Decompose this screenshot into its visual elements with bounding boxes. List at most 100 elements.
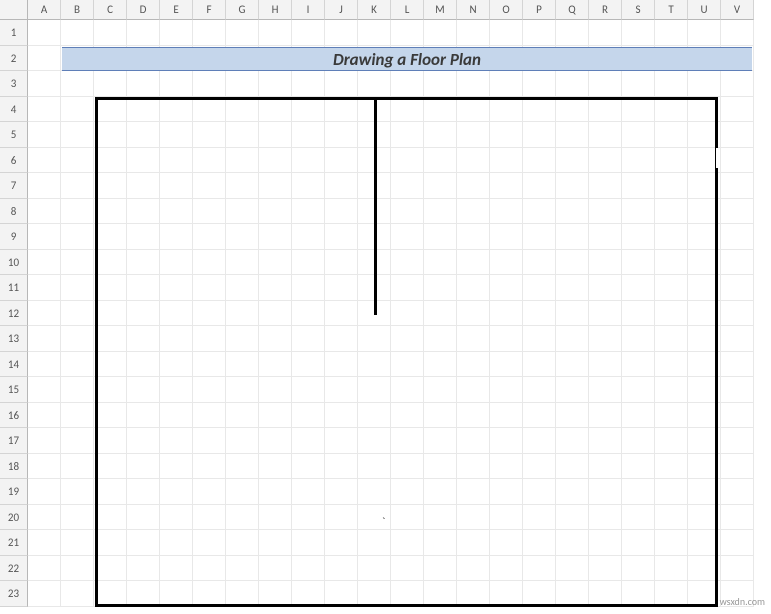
cell[interactable] — [424, 224, 457, 250]
cell[interactable] — [226, 454, 259, 480]
cell[interactable] — [457, 377, 490, 403]
cell[interactable] — [259, 71, 292, 97]
col-header-Q[interactable]: Q — [556, 0, 589, 20]
cell[interactable] — [61, 199, 94, 225]
cell[interactable] — [523, 20, 556, 46]
row-header-21[interactable]: 21 — [0, 530, 28, 556]
cell[interactable] — [391, 454, 424, 480]
cell[interactable] — [61, 505, 94, 531]
cell[interactable] — [358, 122, 391, 148]
cell[interactable] — [721, 250, 754, 276]
cell[interactable] — [325, 275, 358, 301]
cell[interactable] — [28, 454, 61, 480]
cell[interactable] — [424, 97, 457, 123]
cell[interactable] — [28, 428, 61, 454]
cell[interactable] — [259, 505, 292, 531]
cell[interactable] — [193, 454, 226, 480]
row-header-11[interactable]: 11 — [0, 275, 28, 301]
cell[interactable] — [160, 454, 193, 480]
cell[interactable] — [391, 20, 424, 46]
cell[interactable] — [523, 352, 556, 378]
cell[interactable] — [457, 20, 490, 46]
cell[interactable] — [523, 377, 556, 403]
cell[interactable] — [589, 326, 622, 352]
cell[interactable] — [325, 199, 358, 225]
cell[interactable] — [457, 199, 490, 225]
cell[interactable] — [457, 326, 490, 352]
cell[interactable] — [358, 97, 391, 123]
cell[interactable] — [523, 71, 556, 97]
cell[interactable] — [556, 250, 589, 276]
cell[interactable] — [556, 556, 589, 582]
cell[interactable] — [655, 352, 688, 378]
cell[interactable] — [523, 403, 556, 429]
cell[interactable] — [325, 250, 358, 276]
cell[interactable] — [391, 173, 424, 199]
cell[interactable] — [259, 428, 292, 454]
cell[interactable] — [622, 122, 655, 148]
cell[interactable] — [325, 301, 358, 327]
cell[interactable] — [622, 20, 655, 46]
cell[interactable] — [523, 505, 556, 531]
cell[interactable] — [292, 224, 325, 250]
cell[interactable] — [391, 352, 424, 378]
cell[interactable] — [622, 479, 655, 505]
cell[interactable] — [391, 97, 424, 123]
cell[interactable] — [457, 224, 490, 250]
cell[interactable] — [457, 173, 490, 199]
cell[interactable] — [523, 148, 556, 174]
cell[interactable] — [94, 122, 127, 148]
cell[interactable] — [688, 20, 721, 46]
cell[interactable] — [61, 403, 94, 429]
cell[interactable] — [688, 530, 721, 556]
cell[interactable] — [94, 352, 127, 378]
cell[interactable] — [292, 250, 325, 276]
cell[interactable] — [127, 377, 160, 403]
cell[interactable] — [94, 326, 127, 352]
cell[interactable] — [721, 122, 754, 148]
cell[interactable] — [226, 505, 259, 531]
cell[interactable] — [391, 122, 424, 148]
cell[interactable] — [94, 454, 127, 480]
cell[interactable] — [325, 148, 358, 174]
cell[interactable] — [28, 250, 61, 276]
cell[interactable] — [61, 352, 94, 378]
cell[interactable] — [688, 199, 721, 225]
cell[interactable] — [259, 275, 292, 301]
cell[interactable] — [193, 122, 226, 148]
cell[interactable] — [523, 250, 556, 276]
cell[interactable] — [127, 250, 160, 276]
cell[interactable] — [688, 352, 721, 378]
cell[interactable] — [127, 530, 160, 556]
cell[interactable] — [28, 530, 61, 556]
cell[interactable] — [490, 97, 523, 123]
cell[interactable] — [127, 479, 160, 505]
cell[interactable] — [424, 326, 457, 352]
cell[interactable] — [160, 301, 193, 327]
cell[interactable] — [622, 250, 655, 276]
cell[interactable] — [292, 301, 325, 327]
cell[interactable] — [589, 275, 622, 301]
cell[interactable] — [490, 224, 523, 250]
cell[interactable] — [325, 530, 358, 556]
cell[interactable] — [193, 71, 226, 97]
cell[interactable] — [688, 377, 721, 403]
cell[interactable] — [424, 250, 457, 276]
cell[interactable] — [61, 301, 94, 327]
cell[interactable] — [193, 377, 226, 403]
cell[interactable] — [28, 71, 61, 97]
cell[interactable] — [28, 122, 61, 148]
cell[interactable] — [61, 148, 94, 174]
cell[interactable] — [391, 148, 424, 174]
cell[interactable] — [358, 224, 391, 250]
cell[interactable] — [160, 173, 193, 199]
cell[interactable] — [424, 505, 457, 531]
cell[interactable] — [28, 352, 61, 378]
cell[interactable] — [94, 403, 127, 429]
cell[interactable] — [28, 224, 61, 250]
cell[interactable] — [259, 148, 292, 174]
cell[interactable] — [490, 581, 523, 607]
cell[interactable] — [688, 581, 721, 607]
cell[interactable] — [28, 148, 61, 174]
cell[interactable] — [391, 250, 424, 276]
